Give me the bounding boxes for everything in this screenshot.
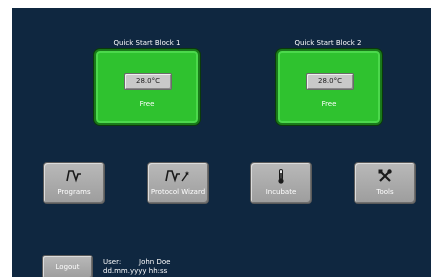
block-2-title: Quick Start Block 2 bbox=[294, 39, 362, 47]
block-2-temperature: 28.0°C bbox=[306, 73, 354, 90]
block-2-status: Free bbox=[321, 100, 337, 108]
block-1-tile[interactable]: 28.0°C Free bbox=[94, 49, 200, 125]
wizard-curve-icon bbox=[148, 169, 208, 183]
datetime-display: dd.mm.yyyy hh:ss bbox=[103, 267, 168, 275]
programs-label: Programs bbox=[57, 188, 91, 196]
user-name: John Doe bbox=[139, 258, 171, 266]
incubate-button[interactable]: Incubate bbox=[250, 162, 312, 204]
programs-button[interactable]: Programs bbox=[43, 162, 105, 204]
block-1-temperature: 28.0°C bbox=[124, 73, 172, 90]
logout-button[interactable]: Logout bbox=[42, 255, 93, 277]
block-1-status: Free bbox=[139, 100, 155, 108]
protocol-wizard-button[interactable]: Protocol Wizard bbox=[147, 162, 209, 204]
incubate-label: Incubate bbox=[265, 188, 297, 196]
block-1-title: Quick Start Block 1 bbox=[113, 39, 181, 47]
protocol-wizard-label: Protocol Wizard bbox=[150, 188, 206, 196]
thermometer-icon bbox=[251, 168, 311, 184]
block-2-tile[interactable]: 28.0°C Free bbox=[276, 49, 382, 125]
tools-icon bbox=[355, 169, 415, 183]
tools-label: Tools bbox=[376, 188, 394, 196]
main-screen: Quick Start Block 1 28.0°C Free Quick St… bbox=[12, 8, 431, 277]
user-label: User: bbox=[103, 258, 122, 266]
program-curve-icon bbox=[44, 169, 104, 183]
tools-button[interactable]: Tools bbox=[354, 162, 416, 204]
